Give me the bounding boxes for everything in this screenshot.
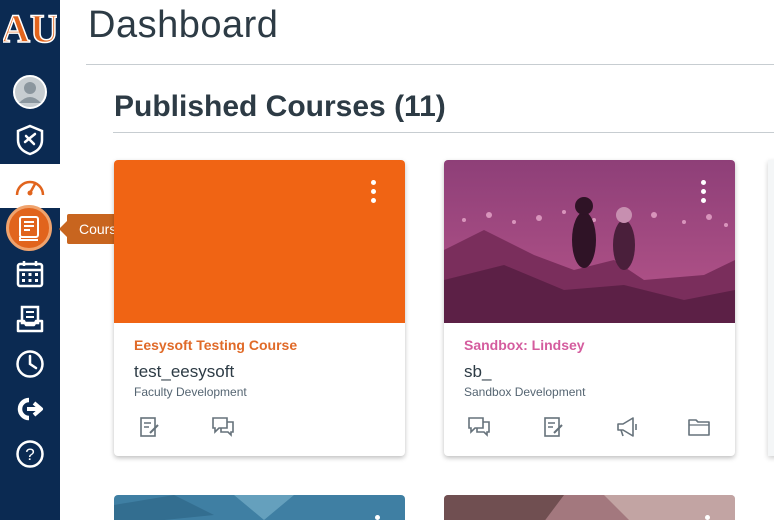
nav-calendar[interactable] (0, 252, 60, 296)
global-nav: AU ? (0, 0, 60, 520)
course-code: test_eesysoft (134, 362, 235, 381)
course-card-partial[interactable] (768, 160, 774, 456)
nav-inbox[interactable] (0, 297, 60, 341)
svg-text:AU: AU (3, 6, 57, 50)
help-icon: ? (16, 440, 44, 468)
title-divider (86, 64, 774, 65)
assignments-icon[interactable] (538, 412, 568, 442)
assignments-icon[interactable] (134, 412, 164, 442)
clock-icon (16, 350, 44, 378)
svg-text:?: ? (25, 445, 34, 464)
course-term: Faculty Development (134, 385, 247, 399)
card-options-icon[interactable] (375, 515, 380, 520)
course-card[interactable]: Sandbox: Lindsey sb_ Sandbox Development (444, 160, 735, 456)
section-divider (113, 132, 774, 133)
course-card[interactable]: Eesysoft Testing Course test_eesysoft Fa… (114, 160, 405, 456)
courses-icon (19, 216, 39, 241)
files-icon[interactable] (684, 412, 714, 442)
shield-icon (16, 124, 44, 156)
avatar-icon (13, 75, 47, 109)
course-name[interactable]: Sandbox: Lindsey (464, 337, 585, 353)
nav-courses[interactable] (6, 205, 52, 251)
au-logo-icon: AU (3, 6, 57, 50)
nav-dashboard[interactable] (0, 164, 60, 208)
course-card-partial[interactable] (114, 495, 405, 520)
nav-history[interactable] (0, 342, 60, 386)
course-image (444, 495, 735, 520)
course-image (114, 495, 405, 520)
course-code: sb_ (464, 362, 492, 381)
discussions-icon[interactable] (208, 412, 238, 442)
course-card-hero[interactable] (114, 160, 405, 323)
course-image (444, 160, 735, 323)
nav-account[interactable] (0, 70, 60, 114)
dashboard-icon (15, 180, 45, 196)
card-options-icon[interactable] (366, 180, 380, 210)
page-title: Dashboard (88, 4, 279, 46)
nav-help[interactable]: ? (0, 432, 60, 476)
nav-commons[interactable] (0, 387, 60, 431)
nav-admin[interactable] (0, 118, 60, 162)
card-options-icon[interactable] (705, 515, 710, 520)
commons-icon (17, 397, 43, 421)
card-options-icon[interactable] (696, 180, 710, 210)
section-title: Published Courses (11) (114, 90, 446, 123)
course-term: Sandbox Development (464, 385, 586, 399)
card-actions (444, 412, 735, 442)
auburn-logo[interactable]: AU (0, 0, 60, 56)
course-card-partial[interactable] (444, 495, 735, 520)
discussions-icon[interactable] (464, 412, 494, 442)
calendar-icon (16, 261, 44, 288)
course-name[interactable]: Eesysoft Testing Course (134, 337, 297, 353)
card-actions (114, 412, 405, 442)
inbox-icon (16, 305, 44, 333)
announcements-icon[interactable] (612, 412, 642, 442)
course-card-hero[interactable] (444, 160, 735, 323)
